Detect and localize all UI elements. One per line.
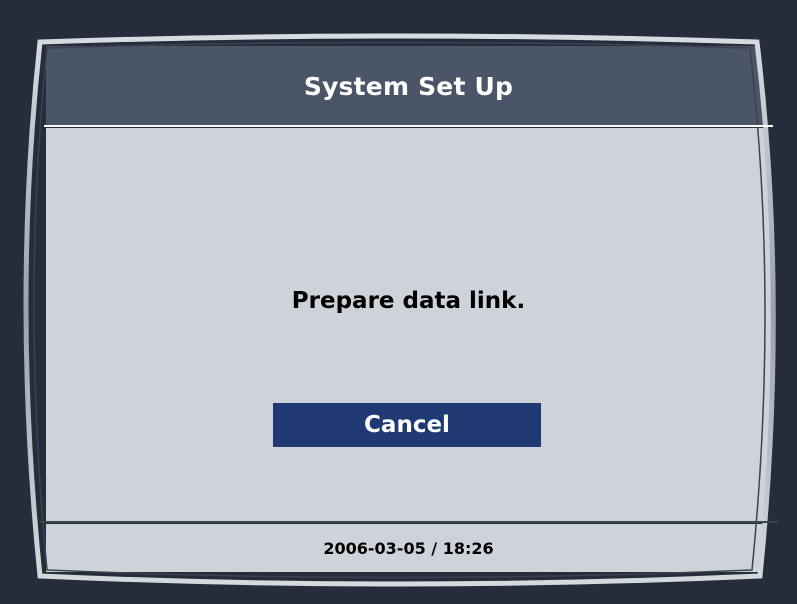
bezel-frame [0, 0, 797, 604]
display-screen: System Set Up Prepare data link. Cancel … [0, 0, 797, 604]
